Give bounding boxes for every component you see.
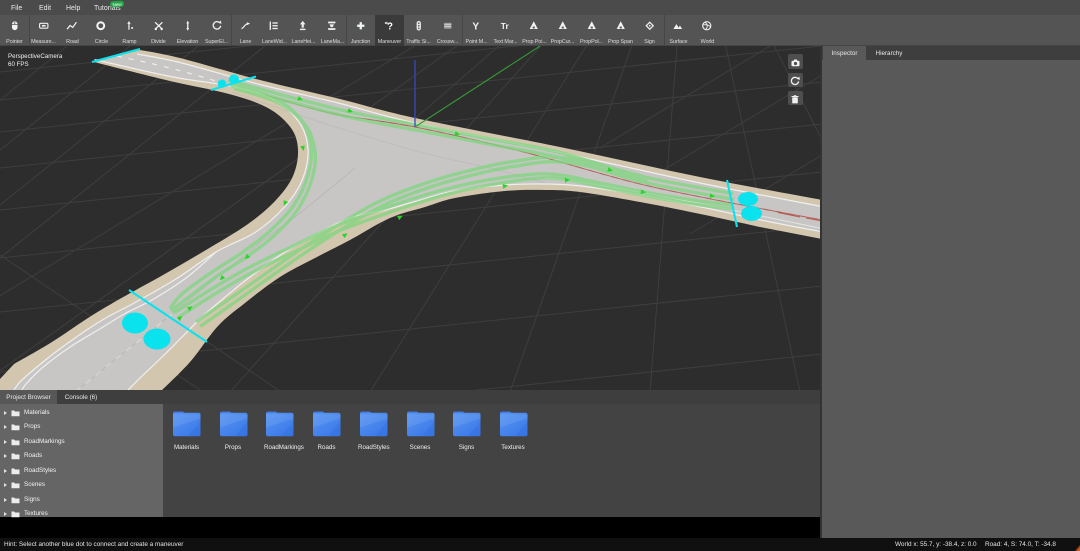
svg-text:?: ?	[387, 21, 393, 31]
svg-text:Tr: Tr	[501, 21, 510, 31]
svg-text:Y: Y	[473, 22, 480, 32]
